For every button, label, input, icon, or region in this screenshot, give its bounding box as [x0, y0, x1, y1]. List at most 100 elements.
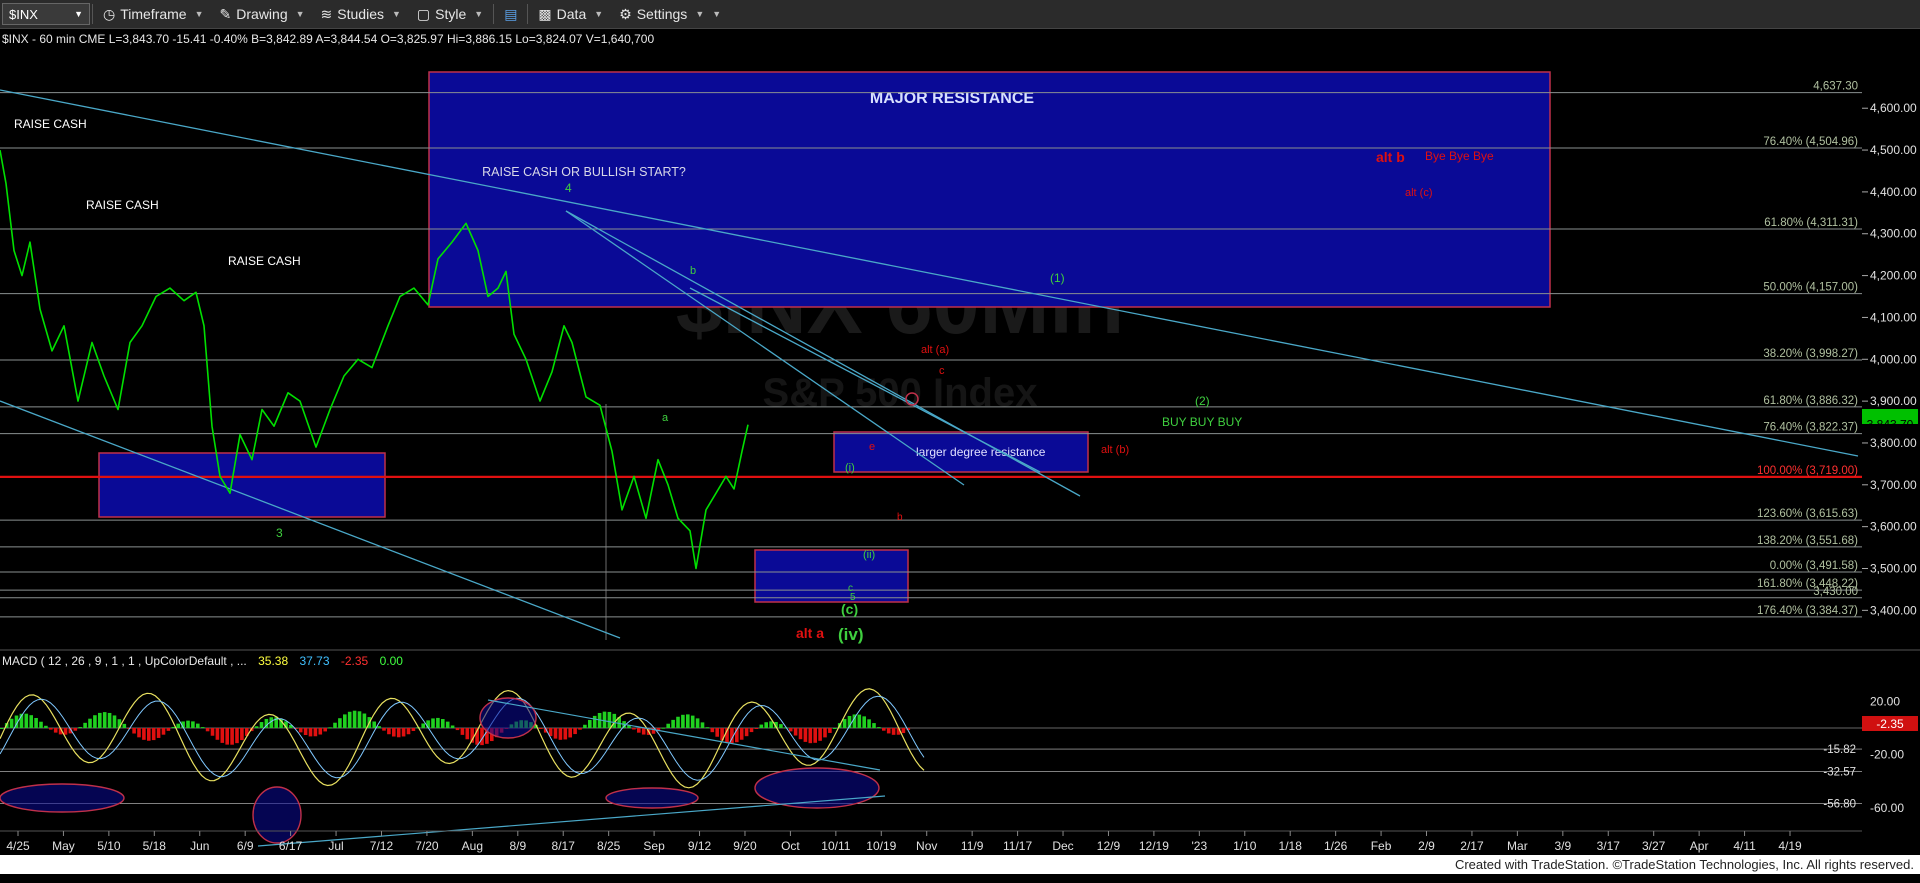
macd-histogram-bar — [0, 728, 4, 729]
time-axis-tick-label: 8/9 — [509, 839, 526, 853]
five-label: 5 — [850, 592, 856, 603]
studies-button[interactable]: ≋ Studies ▼ — [313, 0, 409, 28]
macd-histogram-bar — [147, 728, 151, 741]
macd-histogram-bar — [142, 728, 146, 740]
macd-level-label: -32.57 — [1823, 766, 1856, 778]
fib-level-label: 3,430.00 — [1813, 586, 1858, 598]
chevron-down-icon: ▼ — [74, 9, 83, 19]
price-axis-tick-label: 3,500.00 — [1870, 561, 1917, 575]
larger-degree-resistance-label: larger degree resistance — [916, 445, 1046, 459]
macd-panel — [0, 688, 1862, 847]
clock-icon: ◷ — [103, 5, 116, 22]
macd-histogram-bar — [798, 728, 803, 740]
time-axis-tick-label: Nov — [916, 839, 937, 853]
timeframe-button[interactable]: ◷ Timeframe ▼ — [95, 0, 212, 28]
macd-histogram-bar — [63, 728, 68, 735]
time-axis-tick-label: 10/11 — [821, 839, 850, 853]
b-red-label: b — [897, 512, 903, 523]
time-axis-tick-label: 11/9 — [961, 839, 984, 853]
macd-histogram-bar — [210, 728, 215, 736]
macd-histogram-bar — [240, 728, 244, 741]
macd-histogram-bar — [186, 720, 190, 728]
macd-histogram-bar — [29, 715, 33, 728]
macd-zero: 0.00 — [380, 654, 404, 668]
time-axis-tick-label: 11/17 — [1003, 839, 1032, 853]
price-axis-tick-label: 3,400.00 — [1870, 603, 1917, 617]
time-axis-tick-label: 9/20 — [733, 839, 757, 853]
macd-histogram-bar — [259, 722, 264, 728]
alt-b-label: alt b — [1376, 149, 1405, 165]
macd-histogram-bar — [833, 727, 837, 729]
chart-line-icon: ≋ — [320, 5, 333, 22]
macd-histogram-bar — [764, 722, 768, 728]
price-chart[interactable]: $INX - 60 min CME L=3,843.70 -15.41 -0.4… — [0, 28, 1920, 883]
macd-histogram-bar — [788, 728, 793, 732]
macd-histogram-bar — [808, 728, 813, 744]
macd-histogram-bar — [558, 728, 563, 740]
time-axis-tick-label: Sep — [643, 839, 665, 853]
major-resistance-box — [428, 71, 1551, 308]
price-axis-tick-label: 3,800.00 — [1870, 436, 1917, 450]
macd-histogram-bar — [411, 728, 416, 731]
macd-histogram-bar — [886, 728, 891, 734]
macd-axis-tick-label: -60.00 — [1870, 801, 1904, 815]
macd-histogram-bar — [9, 718, 14, 728]
macd-histogram-bar — [867, 719, 871, 728]
macd-histogram-bar — [803, 728, 808, 742]
support-box-june — [98, 452, 386, 518]
symbol-selector[interactable]: $INX ▼ — [2, 3, 90, 25]
macd-histogram-bar — [401, 728, 406, 737]
drawing-button[interactable]: ✎ Drawing ▼ — [212, 0, 313, 28]
fib-level-label: 76.40% (3,822.37) — [1763, 422, 1858, 434]
time-axis-tick-label: 4/11 — [1733, 839, 1756, 853]
macd-histogram-bar — [441, 719, 445, 728]
data-button[interactable]: ▩ Data ▼ — [530, 0, 611, 28]
macd-histogram-bar — [460, 728, 465, 735]
drawing-label: Drawing — [236, 6, 288, 22]
time-axis-tick-label: Jun — [190, 839, 209, 853]
time-axis-tick-label: Aug — [462, 839, 483, 853]
macd-signal-line — [0, 695, 925, 781]
settings-button[interactable]: ⚙ Settings ▼ ▼ — [611, 0, 729, 28]
macd-histogram-bar — [857, 714, 862, 728]
time-axis-tick-label: 7/12 — [370, 839, 394, 853]
macd-histogram-bar — [171, 726, 176, 728]
macd-histogram-bar — [568, 728, 572, 738]
price-axis-tick-label: 4,500.00 — [1870, 143, 1917, 157]
macd-histogram-bar — [641, 728, 646, 735]
price-axis-tick-label: 3,600.00 — [1870, 520, 1917, 534]
macd-histogram-bar — [862, 716, 866, 728]
fib-level-label: 50.00% (4,157.00) — [1763, 282, 1858, 294]
time-axis-tick-label: 2/17 — [1460, 839, 1484, 853]
time-axis-tick-label: 10/19 — [866, 839, 896, 853]
price-axis-tick-label: 4,200.00 — [1870, 269, 1917, 283]
macd-highlight-ellipse — [605, 787, 699, 809]
wave-i-label: (i) — [845, 462, 855, 474]
macd-histogram-bar — [34, 717, 38, 728]
pencil-icon: ✎ — [219, 5, 232, 22]
layout-button[interactable]: ▤ — [496, 0, 525, 28]
watermark-subtitle: S&P 500 Index — [763, 371, 1038, 415]
e-small-label: e — [869, 441, 875, 453]
price-axis-tick-label: 4,100.00 — [1870, 310, 1917, 324]
macd-histogram-bar — [313, 728, 318, 737]
macd-histogram-bar — [93, 715, 97, 728]
raise-cash-bullish-label: RAISE CASH OR BULLISH START? — [482, 165, 686, 179]
macd-histogram-bar — [377, 726, 381, 728]
chevron-down-icon: ▼ — [695, 9, 705, 19]
chevron-down-icon: ▼ — [391, 9, 401, 19]
macd-histogram-bar — [421, 723, 425, 728]
macd-histogram-bar — [602, 711, 607, 728]
macd-histogram-bar — [254, 726, 259, 728]
macd-histogram-bar — [78, 727, 82, 729]
macd-histogram-bar — [328, 727, 332, 729]
macd-level-label: -56.80 — [1823, 799, 1856, 811]
chevron-down-icon: ▼ — [474, 9, 484, 19]
macd-histogram-bar — [818, 728, 822, 741]
macd-value: 35.38 — [258, 654, 288, 668]
macd-histogram-bar — [338, 718, 342, 728]
macd-histogram-bar — [396, 728, 401, 738]
style-button[interactable]: ▢ Style ▼ — [409, 0, 491, 28]
time-axis-tick-label: 1/18 — [1279, 839, 1303, 853]
macd-histogram-bar — [901, 728, 906, 734]
